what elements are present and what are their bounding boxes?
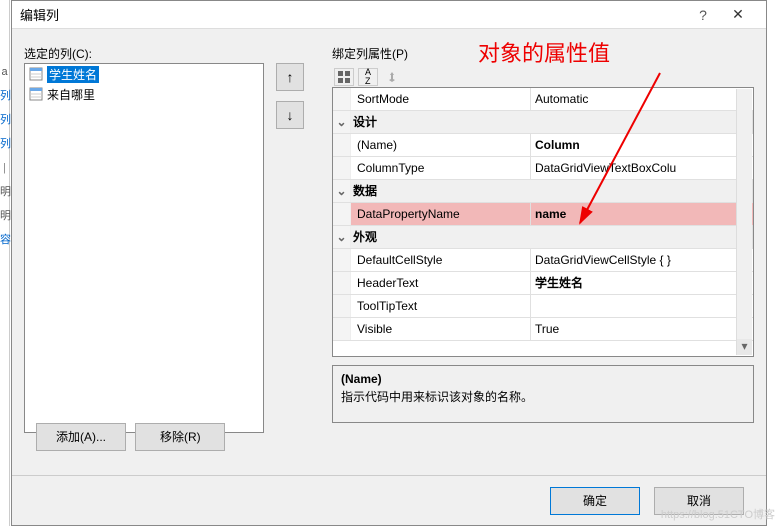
property-pages-icon[interactable]: [382, 68, 402, 86]
property-row[interactable]: SortModeAutomatic: [333, 88, 753, 111]
property-value[interactable]: Column: [531, 134, 753, 156]
property-value[interactable]: Automatic: [531, 88, 753, 110]
list-item-label: 学生姓名: [47, 66, 99, 83]
property-name: DefaultCellStyle: [351, 249, 531, 271]
collapse-icon[interactable]: ⌄: [333, 226, 351, 248]
category-name: 数据: [351, 180, 753, 202]
column-icon: [29, 87, 43, 101]
property-row[interactable]: (Name)Column: [333, 134, 753, 157]
bound-column-props-label: 绑定列属性(P): [332, 45, 754, 62]
property-grid[interactable]: SortModeAutomatic⌄设计(Name)ColumnColumnTy…: [332, 87, 754, 357]
expand-gutter: [333, 203, 351, 225]
property-value[interactable]: True: [531, 318, 753, 340]
expand-gutter: [333, 134, 351, 156]
property-row[interactable]: ToolTipText: [333, 295, 753, 318]
property-value[interactable]: name: [531, 203, 753, 225]
property-name: SortMode: [351, 88, 531, 110]
property-value[interactable]: DataGridViewTextBoxColu: [531, 157, 753, 179]
add-button[interactable]: 添加(A)...: [36, 423, 126, 451]
expand-gutter: [333, 157, 351, 179]
property-value[interactable]: 学生姓名: [531, 272, 753, 294]
property-row[interactable]: HeaderText学生姓名: [333, 272, 753, 295]
chevron-down-icon[interactable]: ▾: [737, 339, 752, 355]
property-name: HeaderText: [351, 272, 531, 294]
property-value[interactable]: [531, 295, 753, 317]
scrollbar[interactable]: ▾: [736, 89, 752, 355]
selected-columns-label: 选定的列(C):: [24, 45, 324, 62]
dialog-title: 编辑列: [20, 5, 688, 24]
property-name: (Name): [351, 134, 531, 156]
category-name: 外观: [351, 226, 753, 248]
ok-button[interactable]: 确定: [550, 487, 640, 515]
description-pane: (Name) 指示代码中用来标识该对象的名称。: [332, 365, 754, 423]
watermark: https://blog.51CTO博客: [661, 506, 775, 522]
expand-gutter: [333, 295, 351, 317]
property-category[interactable]: ⌄外观: [333, 226, 753, 249]
property-category[interactable]: ⌄设计: [333, 111, 753, 134]
background-side-strip: a列列列|明明容: [0, 0, 10, 526]
description-title: (Name): [341, 372, 745, 386]
alphabetical-icon[interactable]: AZ: [358, 68, 378, 86]
dialog-footer: 确定 取消: [12, 475, 766, 525]
list-item-label: 来自哪里: [47, 86, 95, 103]
remove-button[interactable]: 移除(R): [135, 423, 225, 451]
property-row[interactable]: DataPropertyNamename: [333, 203, 753, 226]
collapse-icon[interactable]: ⌄: [333, 180, 351, 202]
close-button[interactable]: ✕: [718, 6, 758, 23]
title-bar: 编辑列 ? ✕: [12, 1, 766, 29]
property-name: ColumnType: [351, 157, 531, 179]
description-text: 指示代码中用来标识该对象的名称。: [341, 388, 745, 405]
property-name: ToolTipText: [351, 295, 531, 317]
categorized-icon[interactable]: [334, 68, 354, 86]
property-name: Visible: [351, 318, 531, 340]
property-toolbar: AZ: [332, 66, 754, 88]
column-icon: [29, 67, 43, 81]
move-down-button[interactable]: ↓: [276, 101, 304, 129]
property-row[interactable]: VisibleTrue: [333, 318, 753, 341]
expand-gutter: [333, 318, 351, 340]
list-item[interactable]: 来自哪里: [25, 84, 263, 104]
property-name: DataPropertyName: [351, 203, 531, 225]
expand-gutter: [333, 272, 351, 294]
columns-list[interactable]: 学生姓名来自哪里: [24, 63, 264, 433]
collapse-icon[interactable]: ⌄: [333, 111, 351, 133]
help-button[interactable]: ?: [688, 7, 718, 23]
property-value[interactable]: DataGridViewCellStyle { }: [531, 249, 753, 271]
list-item[interactable]: 学生姓名: [25, 64, 263, 84]
expand-gutter: [333, 88, 351, 110]
property-row[interactable]: ColumnTypeDataGridViewTextBoxColu: [333, 157, 753, 180]
move-up-button[interactable]: ↑: [276, 63, 304, 91]
edit-columns-dialog: 编辑列 ? ✕ 选定的列(C): 学生姓名来自哪里 ↑ ↓ 添加(A)... 移…: [11, 0, 767, 526]
property-category[interactable]: ⌄数据: [333, 180, 753, 203]
expand-gutter: [333, 249, 351, 271]
property-row[interactable]: DefaultCellStyleDataGridViewCellStyle { …: [333, 249, 753, 272]
category-name: 设计: [351, 111, 753, 133]
